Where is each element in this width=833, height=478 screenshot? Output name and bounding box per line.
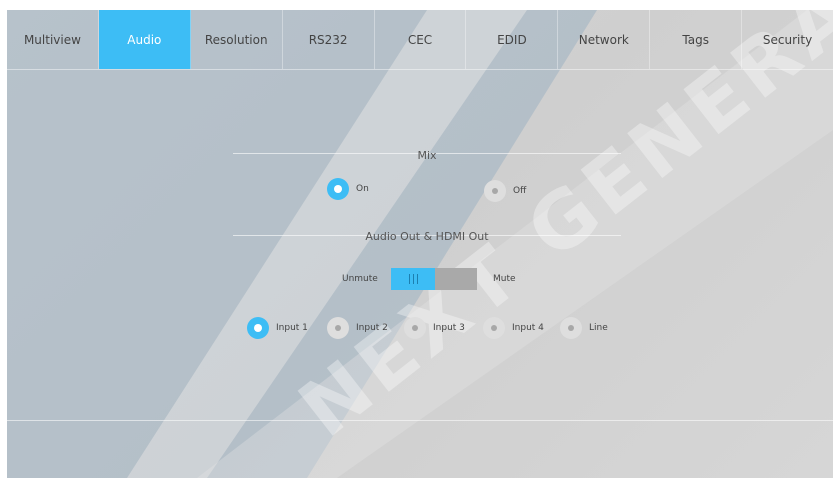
radio-unselected-icon bbox=[560, 317, 582, 339]
tab-network[interactable]: Network bbox=[558, 10, 651, 69]
tab-security[interactable]: Security bbox=[742, 10, 833, 69]
tab-tags[interactable]: Tags bbox=[650, 10, 743, 69]
line-radio[interactable]: Line bbox=[560, 317, 608, 339]
toggle-grip-icon bbox=[391, 268, 435, 290]
radio-unselected-icon bbox=[483, 317, 505, 339]
input-3-radio[interactable]: Input 3 bbox=[404, 317, 465, 339]
tab-edid[interactable]: EDID bbox=[466, 10, 559, 69]
radio-selected-icon bbox=[247, 317, 269, 339]
radio-unselected-icon bbox=[327, 317, 349, 339]
input-1-label: Input 1 bbox=[276, 323, 308, 333]
tab-audio[interactable]: Audio bbox=[98, 10, 191, 69]
input-2-radio[interactable]: Input 2 bbox=[327, 317, 388, 339]
input-1-radio[interactable]: Input 1 bbox=[247, 317, 308, 339]
radio-selected-icon bbox=[327, 178, 349, 200]
mix-off-radio[interactable]: Off bbox=[484, 180, 526, 202]
input-2-label: Input 2 bbox=[356, 323, 388, 333]
input-4-label: Input 4 bbox=[512, 323, 544, 333]
radio-unselected-icon bbox=[484, 180, 506, 202]
input-3-label: Input 3 bbox=[433, 323, 465, 333]
tab-divider bbox=[7, 69, 833, 70]
tab-multiview[interactable]: Multiview bbox=[7, 10, 99, 69]
mute-toggle[interactable] bbox=[391, 268, 477, 290]
tab-cec[interactable]: CEC bbox=[375, 10, 467, 69]
tab-resolution[interactable]: Resolution bbox=[191, 10, 283, 69]
radio-unselected-icon bbox=[404, 317, 426, 339]
mix-on-radio[interactable]: On bbox=[327, 178, 369, 200]
mix-title: Mix bbox=[417, 149, 437, 162]
audio-out-title: Audio Out & HDMI Out bbox=[365, 230, 489, 243]
unmute-label: Unmute bbox=[342, 274, 378, 284]
audio-settings-panel: NEXT GENERATION Multiview Audio Resoluti… bbox=[7, 10, 833, 478]
footer-divider bbox=[7, 420, 833, 421]
tab-rs232[interactable]: RS232 bbox=[283, 10, 375, 69]
mix-off-label: Off bbox=[513, 186, 527, 196]
watermark-logo: NEXT GENERATION bbox=[7, 10, 833, 478]
tab-bar: Multiview Audio Resolution RS232 CEC EDI… bbox=[7, 10, 833, 69]
input-4-radio[interactable]: Input 4 bbox=[483, 317, 544, 339]
mute-label: Mute bbox=[493, 274, 516, 284]
mix-on-label: On bbox=[356, 184, 369, 194]
line-label: Line bbox=[589, 323, 608, 333]
